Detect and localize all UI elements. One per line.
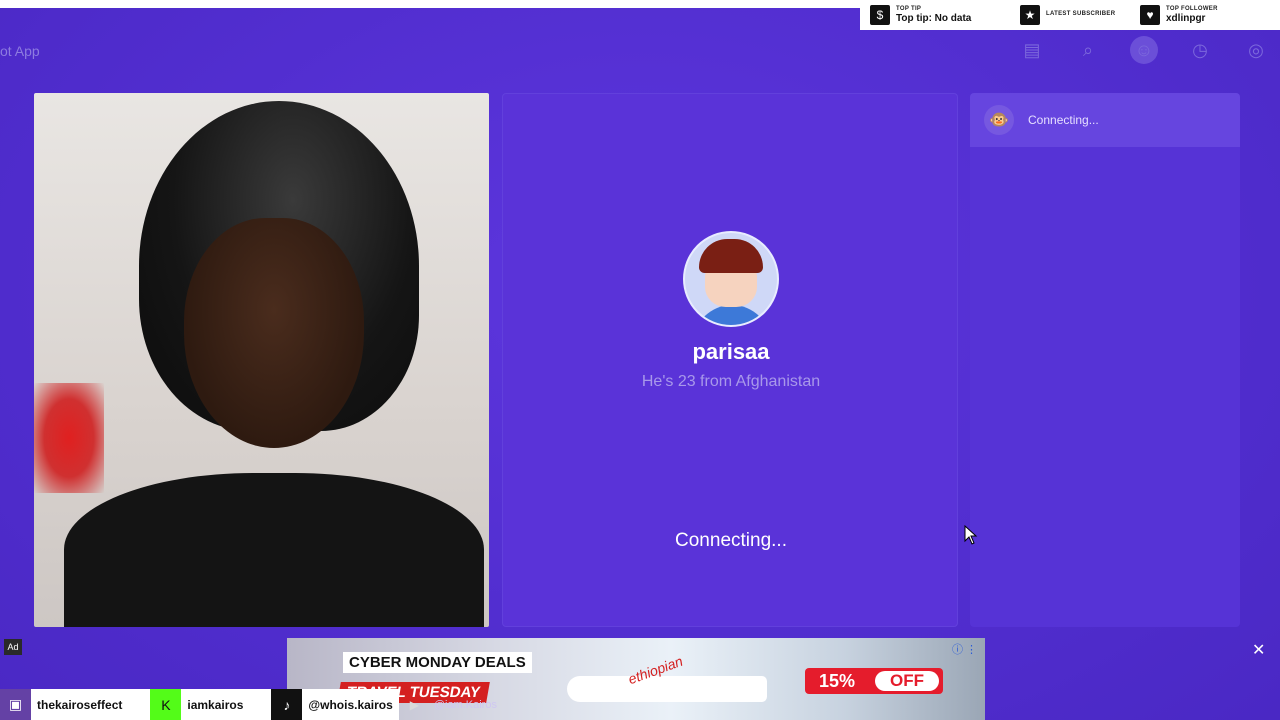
overlay-top-tip: $ TOP TIP Top tip: No data	[860, 0, 1010, 30]
person-body	[64, 473, 484, 627]
chat-status: Connecting...	[1028, 113, 1099, 127]
partner-connection-status: Connecting...	[675, 530, 787, 551]
overlay-top-follower: ♥ TOP FOLLOWER xdlinpgr	[1130, 0, 1270, 30]
partner-avatar	[683, 231, 779, 327]
star-icon: ★	[1020, 5, 1040, 25]
social-twitch: ▣ thekairoseffect	[0, 689, 151, 720]
tiktok-icon: ♪	[271, 689, 303, 720]
social-kick: K iamkairos	[150, 689, 272, 720]
ad-label: Ad	[4, 639, 22, 655]
overlay-latest-subscriber: ★ LATEST SUBSCRIBER	[1010, 0, 1130, 30]
close-icon[interactable]: ✕	[1252, 640, 1265, 660]
shop-icon[interactable]: ▤	[1018, 36, 1046, 64]
money-bag-icon: $	[870, 5, 890, 25]
stream-overlay-bar: $ TOP TIP Top tip: No data ★ LATEST SUBS…	[860, 0, 1280, 30]
self-video-feed	[34, 93, 489, 627]
overlay-follower-value: xdlinpgr	[1166, 13, 1206, 24]
social-handles-bar: ▣ thekairoseffect K iamkairos ♪ @whois.k…	[0, 689, 560, 720]
social-handle: @iam.Kairos	[433, 698, 497, 711]
kick-icon: K	[150, 689, 182, 720]
social-tiktok: ♪ @whois.kairos	[271, 689, 399, 720]
twitch-icon: ▣	[0, 689, 31, 720]
ad-headline: CYBER MONDAY DEALS	[343, 652, 532, 673]
social-handle: thekairoseffect	[37, 697, 123, 712]
heart-icon: ♥	[1140, 5, 1160, 25]
partner-panel: parisaa He's 23 from Afghanistan Connect…	[502, 93, 958, 627]
history-icon[interactable]: ◷	[1186, 36, 1214, 64]
header-toolbar: ▤ ⌕ ☺ ◷ ◎	[1018, 36, 1270, 64]
ad-discount-badge: 15% OFF	[805, 668, 943, 694]
chat-panel: 🐵 Connecting...	[970, 93, 1240, 627]
app-title[interactable]: ot App	[0, 43, 40, 59]
youtube-icon: ▶	[409, 697, 419, 712]
ad-discount-percent: 15%	[819, 670, 856, 691]
ad-discount-off: OFF	[875, 671, 939, 691]
partner-name: parisaa	[692, 339, 770, 364]
social-handle: iamkairos	[187, 697, 244, 712]
social-handle: @whois.kairos	[308, 697, 393, 712]
chat-header: 🐵 Connecting...	[970, 93, 1240, 147]
person-face	[184, 218, 364, 448]
ad-info-icon[interactable]: ⓘ ⋮	[952, 641, 977, 657]
social-youtube: ▶ @iam.Kairos	[399, 689, 497, 720]
avatar[interactable]: ☺	[1130, 36, 1158, 64]
overlay-subscriber-label: LATEST SUBSCRIBER	[1046, 11, 1116, 17]
overlay-top-tip-label: TOP TIP	[896, 6, 922, 12]
airplane-icon	[567, 676, 767, 702]
background-red-object	[34, 383, 104, 493]
search-icon[interactable]: ⌕	[1074, 36, 1102, 64]
chat-icon[interactable]: ◎	[1242, 36, 1270, 64]
monkey-icon: 🐵	[984, 105, 1014, 135]
partner-info: He's 23 from Afghanistan	[641, 373, 821, 390]
overlay-follower-label: TOP FOLLOWER	[1166, 6, 1218, 12]
overlay-top-tip-value: Top tip: No data	[896, 13, 972, 24]
